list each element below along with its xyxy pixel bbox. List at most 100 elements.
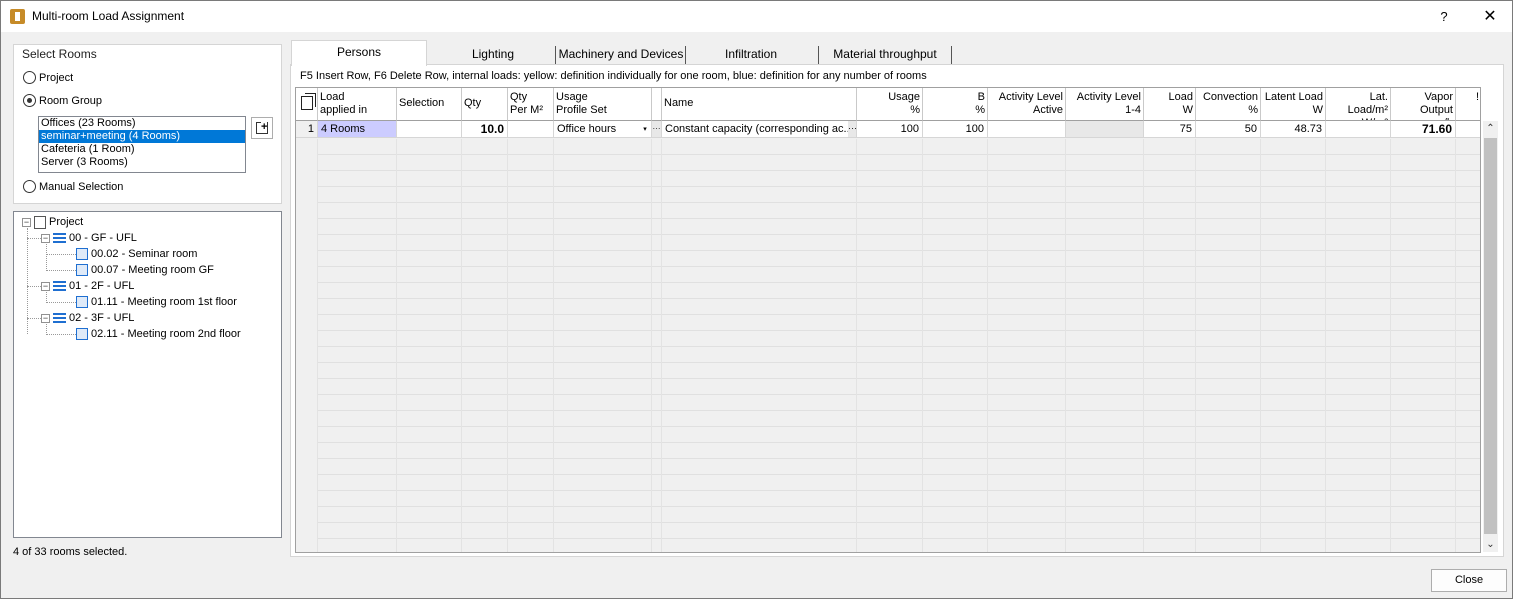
row-number[interactable]: 1 [296,121,318,138]
grid-column-line [1455,139,1456,552]
tree-node-room[interactable]: 00.02 - Seminar room [76,247,197,261]
col-activity-active[interactable]: Activity Level Active [988,88,1066,121]
ellipsis-button[interactable]: ··· [652,121,662,138]
radio-icon [23,71,36,84]
tree-node-floor[interactable]: − 00 - GF - UFL [41,231,137,245]
empty-row [318,331,1480,347]
col-lat-load-m2[interactable]: Lat. Load/m² W/m² [1326,88,1391,121]
close-button[interactable]: Close [1431,569,1507,592]
room-group-list[interactable]: Offices (23 Rooms) seminar+meeting (4 Ro… [38,116,246,173]
col-name[interactable]: Name [662,88,857,121]
tab-machinery[interactable]: Machinery and Devices [557,42,685,66]
name-value: Constant capacity (corresponding ac... [665,123,853,135]
col-load-applied-in[interactable]: Load applied in [318,88,397,121]
tab-persons[interactable]: Persons [291,40,427,66]
empty-row [318,459,1480,475]
col-warning[interactable]: ! [1456,88,1480,121]
tab-lighting[interactable]: Lighting [431,42,555,66]
cell-qty[interactable]: 10.0 [462,121,508,138]
close-icon[interactable]: ✕ [1473,4,1507,29]
cell-usage-pct[interactable]: 100 [857,121,923,138]
col-qty[interactable]: Qty [462,88,508,121]
ellipsis-icon[interactable]: ··· [848,121,856,137]
list-item[interactable]: Offices (23 Rooms) [39,117,245,130]
copy-header[interactable] [296,88,318,121]
empty-row [318,507,1480,523]
tree-node-room[interactable]: 02.11 - Meeting room 2nd floor [76,327,241,341]
list-item[interactable]: Cafeteria (1 Room) [39,143,245,156]
cell-qty-per-m2[interactable] [508,121,554,138]
tree-label: 00.07 - Meeting room GF [91,264,214,276]
empty-row [318,347,1480,363]
scroll-up-icon[interactable]: ⌃ [1483,121,1498,136]
tree-node-project[interactable]: − Project [22,215,83,229]
tree-node-floor[interactable]: − 01 - 2F - UFL [41,279,134,293]
collapse-icon[interactable]: − [22,217,31,227]
list-item[interactable]: Server (3 Rooms) [39,156,245,169]
empty-row [318,171,1480,187]
empty-row [318,395,1480,411]
cell-selection[interactable] [397,121,462,138]
grid-column-line [396,139,397,552]
tab-infiltration[interactable]: Infiltration [687,42,815,66]
empty-row [318,203,1480,219]
scroll-down-icon[interactable]: ⌄ [1483,537,1498,552]
room-tree[interactable]: − Project − 00 - GF - UFL 00.02 - Semina… [13,211,282,538]
cell-load-applied-in[interactable]: 4 Rooms [318,121,397,138]
empty-row [318,283,1480,299]
collapse-icon[interactable]: − [41,313,50,323]
cell-convection[interactable]: 50 [1196,121,1261,138]
help-button[interactable]: ? [1429,4,1459,29]
copy-icon[interactable] [301,93,316,110]
col-latent-load[interactable]: Latent Load W [1261,88,1326,121]
radio-manual-selection[interactable]: Manual Selection [23,180,123,193]
cell-name[interactable]: Constant capacity (corresponding ac... ·… [662,121,857,138]
col-selection[interactable]: Selection [397,88,462,121]
tree-node-room[interactable]: 01.11 - Meeting room 1st floor [76,295,237,309]
col-vapor-output[interactable]: Vapor Output g/h [1391,88,1456,121]
grid-column-line [651,139,652,552]
list-item-selected[interactable]: seminar+meeting (4 Rooms) [39,130,245,143]
tree-label: 01.11 - Meeting room 1st floor [91,296,237,308]
col-usage-pct[interactable]: Usage % [857,88,923,121]
cell-activity-active[interactable] [988,121,1066,138]
col-qty-per-m2[interactable]: Qty Per M² [508,88,554,121]
grid-column-line [1390,139,1391,552]
cell-warning [1456,121,1480,138]
radio-project[interactable]: Project [23,71,73,84]
dialog-window: Multi-room Load Assignment ? ✕ Select Ro… [0,0,1513,599]
edit-groups-button[interactable] [251,117,273,139]
tree-node-floor[interactable]: − 02 - 3F - UFL [41,311,134,325]
radio-room-group[interactable]: Room Group [23,94,102,107]
loads-grid[interactable]: Load applied in Selection Qty Qty Per M²… [295,87,1481,553]
empty-row [318,443,1480,459]
title-bar: Multi-room Load Assignment ? ✕ [1,1,1512,32]
tab-material-throughput[interactable]: Material throughput [820,42,950,66]
radio-icon [23,180,36,193]
app-icon [10,9,25,24]
grid-column-line [1260,139,1261,552]
vertical-scrollbar[interactable]: ⌃ ⌄ [1483,121,1498,552]
radio-label: Room Group [39,94,102,107]
tree-label: Project [49,216,84,228]
col-b-pct[interactable]: B % [923,88,988,121]
window-title: Multi-room Load Assignment [32,9,185,23]
scroll-thumb[interactable] [1484,138,1497,534]
cell-usage-profile-set[interactable]: Office hours ▾ [554,121,652,138]
col-activity-1-4[interactable]: Activity Level 1-4 [1066,88,1144,121]
grid-column-line [461,139,462,552]
col-convection[interactable]: Convection % [1196,88,1261,121]
col-load-w[interactable]: Load W [1144,88,1196,121]
tree-label: 00 - GF - UFL [69,232,137,244]
collapse-icon[interactable]: − [41,281,50,291]
tree-label: 00.02 - Seminar room [91,248,198,260]
cell-b-pct[interactable]: 100 [923,121,988,138]
cell-load-w[interactable]: 75 [1144,121,1196,138]
grid-column-line [553,139,554,552]
chevron-down-icon[interactable]: ▾ [639,121,651,137]
collapse-icon[interactable]: − [41,233,50,243]
col-usage-profile-set[interactable]: Usage Profile Set [554,88,652,121]
floor-icon [53,233,66,243]
tree-node-room[interactable]: 00.07 - Meeting room GF [76,263,214,277]
tree-label: 02.11 - Meeting room 2nd floor [91,328,241,340]
